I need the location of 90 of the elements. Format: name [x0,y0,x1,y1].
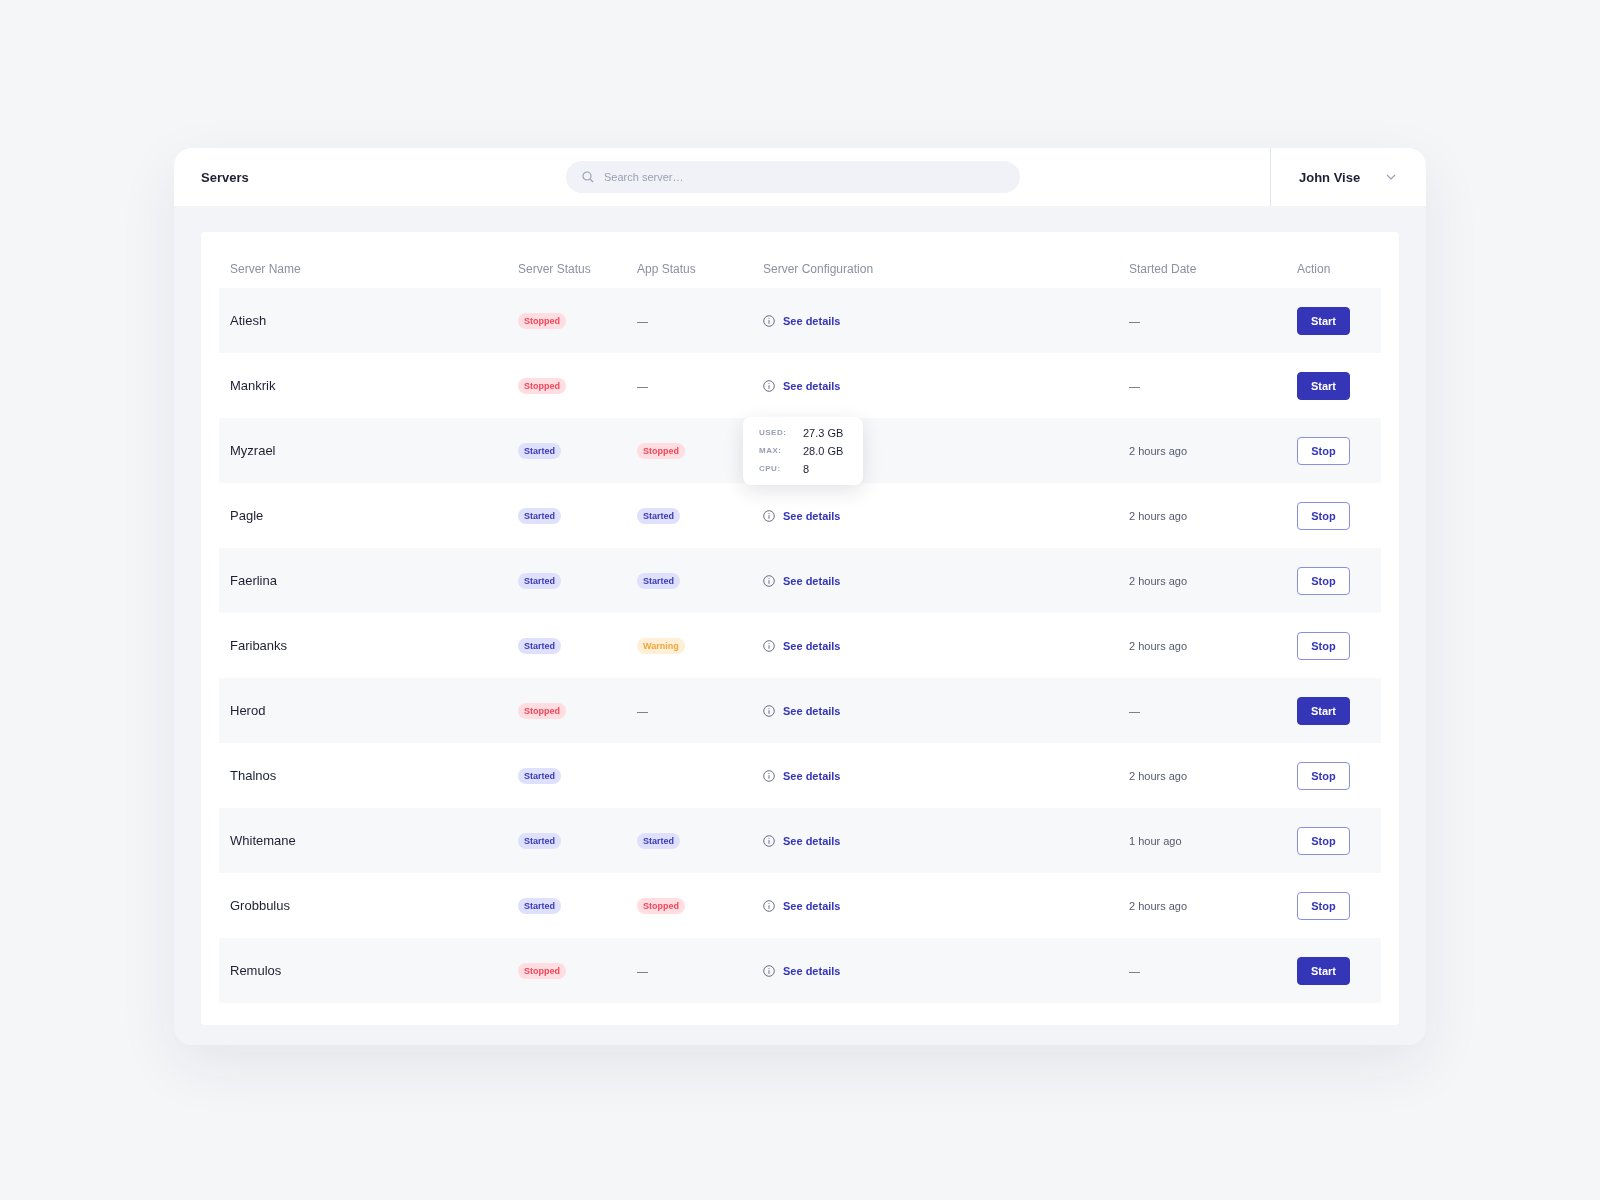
status-badge: Started [518,572,561,589]
info-icon [763,834,775,847]
started-date: — [1129,314,1141,327]
status-badge: Started [518,442,561,459]
status-badge: Started [518,897,561,914]
action-button[interactable]: Stop [1297,501,1350,530]
page-title: Servers [200,169,250,185]
action-button[interactable]: Start [1297,696,1350,725]
server-name: Herod [230,703,267,718]
info-icon [763,574,775,587]
action-button[interactable]: Stop [1297,566,1350,595]
see-details-link[interactable]: See details [783,379,841,392]
status-badge: Started [518,832,561,849]
status-badge: Stopped [518,377,566,394]
started-date: 2 hours ago [1129,769,1189,782]
server-name: Grobbulus [230,898,291,913]
status-badge: Started [637,507,680,524]
see-details-link[interactable]: See details [783,964,841,977]
see-details-link[interactable]: See details [783,899,841,912]
empty-dash: — [637,964,649,977]
see-details-link[interactable]: See details [783,704,841,717]
chevron-down-icon[interactable] [1386,174,1396,180]
status-badge: Started [518,507,561,524]
see-details-link[interactable]: See details [783,314,841,327]
tooltip-label: USED: [759,428,788,437]
tooltip-value: 28.0 GB [803,444,844,457]
action-button[interactable]: Stop [1297,826,1350,855]
empty-dash: — [637,314,649,327]
see-details-link[interactable]: See details [783,639,841,652]
action-button[interactable]: Stop [1297,891,1350,920]
server-name: Remulos [230,963,283,978]
action-button[interactable]: Stop [1297,436,1350,465]
status-badge: Started [637,832,680,849]
see-details-link[interactable]: See details [783,574,841,587]
started-date: 2 hours ago [1129,444,1189,457]
search-field[interactable]: Search server… [566,161,1020,193]
see-details-link[interactable]: See details [783,509,841,522]
started-date: 2 hours ago [1129,509,1189,522]
server-name: Faribanks [230,638,289,653]
info-icon [763,899,775,912]
see-details-link[interactable]: See details [783,769,841,782]
status-badge: Stopped [518,962,566,979]
server-name: Mankrik [230,378,277,393]
started-date: — [1129,704,1141,717]
status-badge: Stopped [518,312,566,329]
started-date: — [1129,964,1141,977]
see-details-link[interactable]: See details [783,834,841,847]
info-icon [763,769,775,782]
started-date: 2 hours ago [1129,899,1189,912]
tooltip-label: MAX: [759,446,783,455]
started-date: — [1129,379,1141,392]
column-header: Server Name [230,262,302,276]
column-header: Action [1297,262,1332,276]
column-header: Started Date [1129,262,1198,276]
empty-dash: — [637,704,649,717]
info-icon [763,509,775,522]
column-header: App Status [637,262,697,276]
server-name: Whitemane [230,833,297,848]
action-button[interactable]: Start [1297,306,1350,335]
info-icon [763,639,775,652]
server-name: Myzrael [230,443,277,458]
tooltip-value: 8 [803,462,811,475]
server-name: Thalnos [230,768,278,783]
info-icon [763,704,775,717]
action-button[interactable]: Stop [1297,631,1350,660]
column-header: Server Configuration [763,262,875,276]
action-button[interactable]: Stop [1297,761,1350,790]
status-badge: Started [518,767,561,784]
status-badge: Stopped [637,897,685,914]
status-badge: Started [518,637,561,654]
info-icon [763,314,775,327]
empty-dash: — [637,379,649,392]
column-header: Server Status [518,262,592,276]
info-icon [763,964,775,977]
server-name: Pagle [230,508,265,523]
action-button[interactable]: Start [1297,956,1350,985]
server-name: Faerlina [230,573,278,588]
status-badge: Started [637,572,680,589]
started-date: 2 hours ago [1129,574,1189,587]
tooltip-value: 27.3 GB [803,426,844,439]
info-icon [763,379,775,392]
status-badge: Warning [637,637,685,654]
action-button[interactable]: Start [1297,371,1350,400]
status-badge: Stopped [637,442,685,459]
user-name[interactable]: John Vise [1299,169,1361,185]
server-name: Atiesh [230,313,268,328]
started-date: 1 hour ago [1129,834,1183,847]
status-badge: Stopped [518,702,566,719]
started-date: 2 hours ago [1129,639,1189,652]
tooltip-label: CPU: [759,464,782,473]
